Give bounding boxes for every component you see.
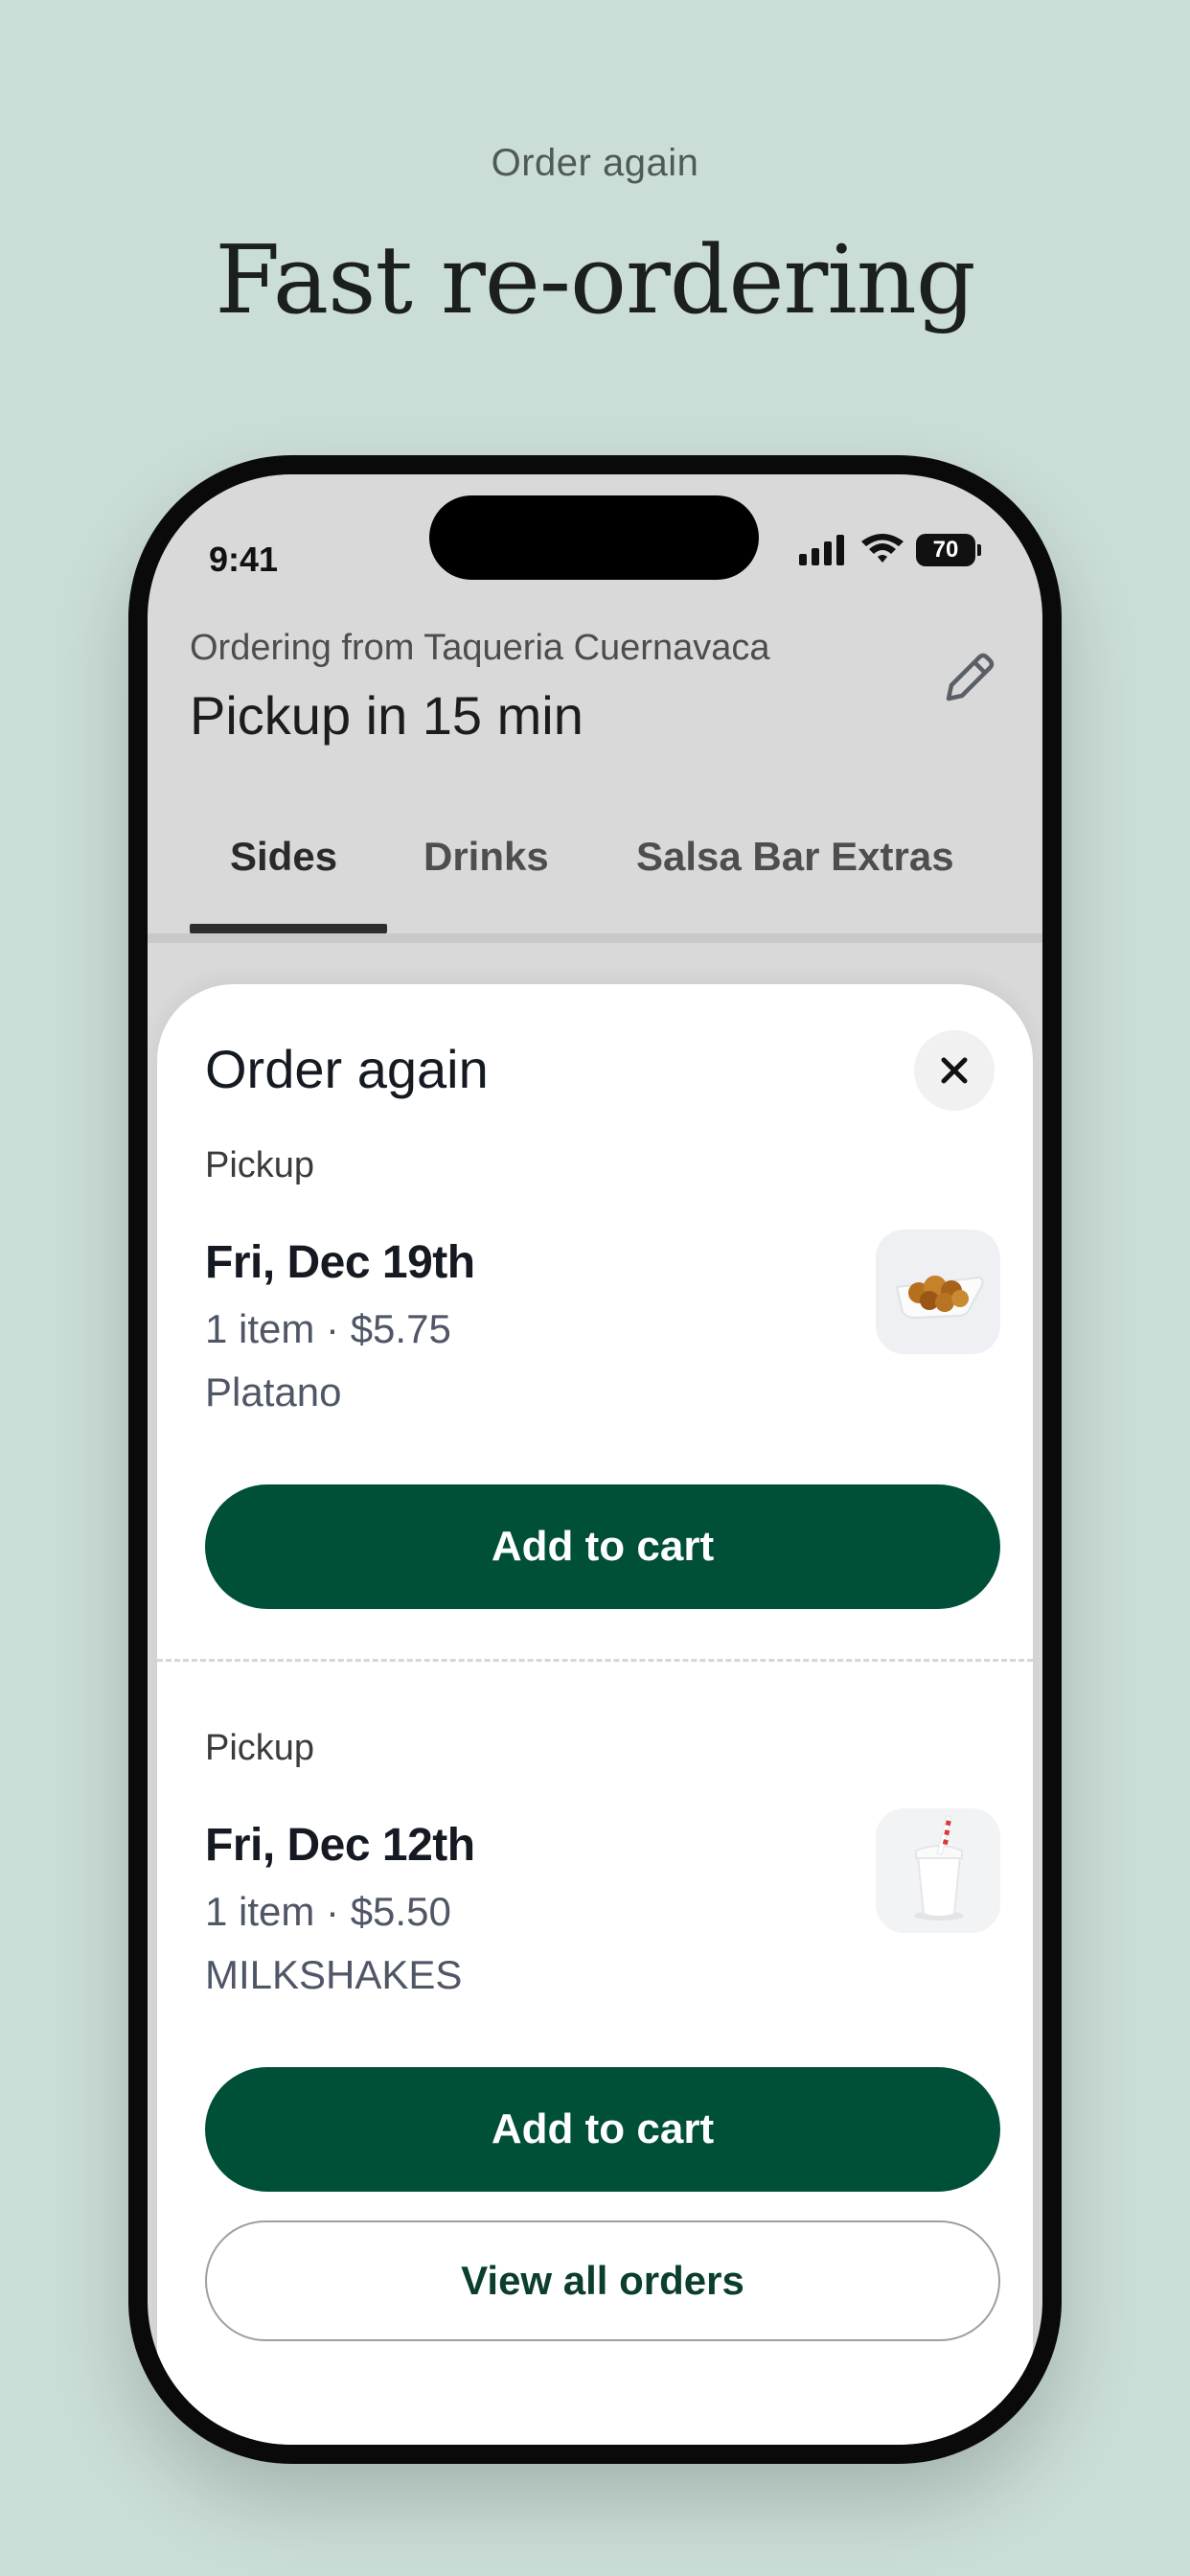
order-items: MILKSHAKES — [205, 1952, 463, 1997]
store-header: Ordering from Taqueria Cuernavaca Pickup… — [190, 628, 1000, 747]
order-divider — [157, 1659, 1033, 1662]
ordering-from-label: Ordering from Taqueria Cuernavaca — [190, 628, 770, 668]
battery-indicator: 70 — [916, 534, 981, 566]
add-to-cart-button[interactable]: Add to cart — [205, 1484, 1000, 1609]
tab-sides[interactable]: Sides — [230, 834, 337, 880]
battery-tip — [977, 544, 981, 556]
battery-level: 70 — [916, 534, 975, 566]
order-items: Platano — [205, 1369, 342, 1414]
sheet-title: Order again — [205, 1039, 489, 1099]
dynamic-island — [429, 495, 759, 580]
order-card: Pickup Fri, Dec 12th 1 item · $5.50 MILK… — [205, 1728, 1000, 1998]
order-again-sheet: Order again Pickup Fri, Dec 19th 1 item … — [157, 984, 1033, 2445]
tabs-divider — [148, 933, 1042, 943]
pickup-time-label: Pickup in 15 min — [190, 685, 584, 746]
status-time: 9:41 — [209, 540, 279, 579]
add-to-cart-button[interactable]: Add to cart — [205, 2067, 1000, 2192]
active-tab-indicator — [190, 924, 387, 933]
promo-title: Fast re-ordering — [215, 226, 975, 335]
phone-frame: 9:41 70 Ordering from Taqueria Cuernavac… — [128, 455, 1062, 2464]
milkshake-image — [876, 1808, 1000, 1933]
status-icons: 70 — [799, 534, 981, 566]
fried-plantain-image — [876, 1230, 1000, 1354]
phone-screen: 9:41 70 Ordering from Taqueria Cuernavac… — [148, 474, 1042, 2445]
category-tabs: Sides Drinks Salsa Bar Extras — [148, 805, 1042, 943]
order-type: Pickup — [205, 1728, 315, 1768]
order-card: Pickup Fri, Dec 19th 1 item · $5.75 Plat… — [205, 1145, 1000, 1415]
tab-salsa-bar-extras[interactable]: Salsa Bar Extras — [636, 834, 954, 880]
promo-eyebrow: Order again — [491, 142, 699, 184]
edit-pencil-icon[interactable] — [937, 647, 1000, 710]
status-bar: 9:41 70 — [148, 474, 1042, 609]
cellular-signal-icon — [799, 535, 844, 565]
close-button[interactable] — [914, 1030, 995, 1111]
tab-drinks[interactable]: Drinks — [423, 834, 549, 880]
wifi-icon — [861, 534, 904, 563]
order-type: Pickup — [205, 1145, 315, 1185]
view-all-orders-button[interactable]: View all orders — [205, 2220, 1000, 2341]
close-icon — [941, 1057, 968, 1084]
